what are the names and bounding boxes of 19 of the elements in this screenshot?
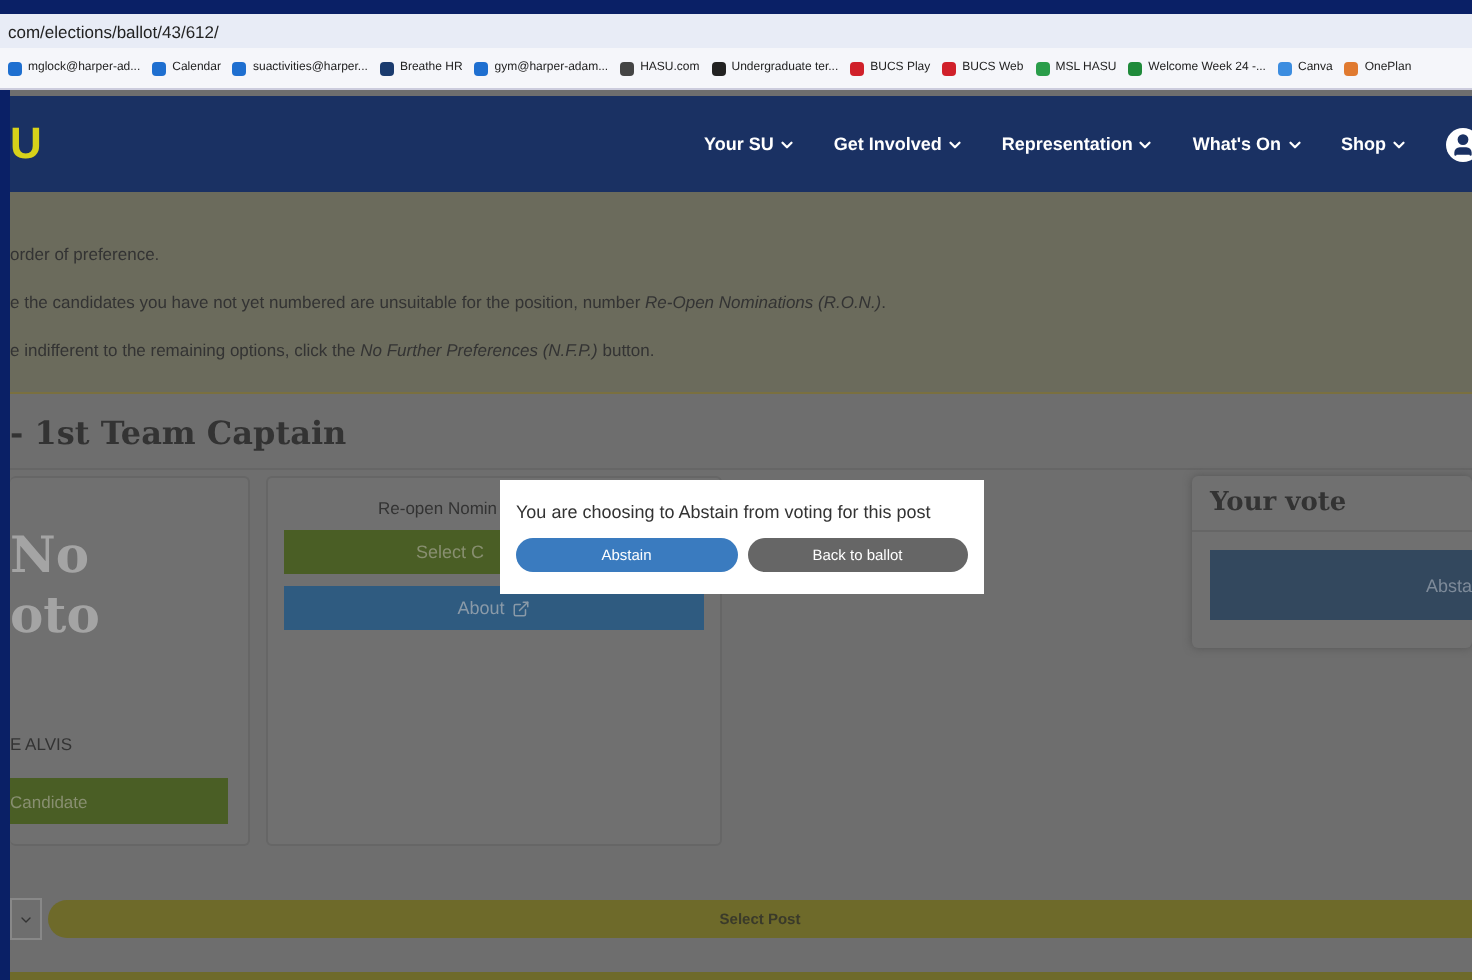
instruction-text: e indifferent to the remaining options, click the No Further Preferences (N.F.P.) button. [10, 340, 657, 361]
dialog-message: You are choosing to Abstain from voting for this post [516, 502, 933, 522]
instruction-text: e the candidates you have not yet numbered are unsuitable for the position, number Re-Open Nominations (R.O.N.). [10, 292, 889, 313]
nav-link[interactable]: What's On [1192, 134, 1303, 155]
external-link-icon [512, 599, 531, 618]
nav-link[interactable]: Your SU [703, 134, 796, 155]
address-bar[interactable]: com/elections/ballot/43/612/ [0, 14, 1472, 48]
nav-link[interactable]: Representation [1001, 134, 1155, 155]
nav-link[interactable]: Shop [1341, 134, 1408, 155]
user-icon[interactable] [1446, 127, 1472, 162]
candidate-name: E ALVIS [10, 734, 75, 755]
instruction-text: order of preference. [10, 244, 162, 265]
dropdown-toggle[interactable] [10, 898, 42, 941]
ron-title: Re-open Nomin [378, 498, 498, 519]
vote-title: Your vote [1192, 476, 1472, 533]
post-title: - 1st Team Captain [10, 394, 1472, 471]
site-logo[interactable]: U [10, 118, 42, 171]
nav-link[interactable]: Get Involved [833, 134, 964, 155]
vote-choice: Absta [1210, 550, 1472, 621]
